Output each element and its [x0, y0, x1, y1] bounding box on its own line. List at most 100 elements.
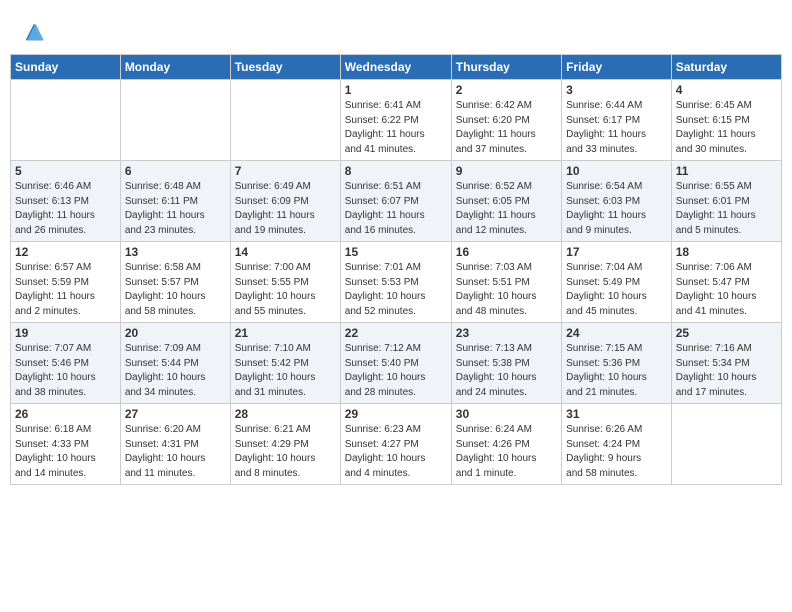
calendar-cell	[671, 404, 781, 485]
calendar-cell: 21 Sunrise: 7:10 AM Sunset: 5:42 PM Dayli…	[230, 323, 340, 404]
calendar-cell	[11, 80, 121, 161]
day-info: Sunrise: 6:48 AM Sunset: 6:11 PM Dayligh…	[125, 180, 226, 238]
calendar-week-row: 1 Sunrise: 6:41 AM Sunset: 6:22 PM Daylig…	[11, 80, 782, 161]
day-info: Sunrise: 7:12 AM Sunset: 5:40 PM Dayligh…	[345, 342, 447, 400]
day-number: 7	[235, 164, 336, 178]
day-number: 12	[15, 245, 116, 259]
calendar-cell: 8 Sunrise: 6:51 AM Sunset: 6:07 PM Daylig…	[340, 161, 451, 242]
calendar-cell: 15 Sunrise: 7:01 AM Sunset: 5:53 PM Dayli…	[340, 242, 451, 323]
day-info: Sunrise: 7:10 AM Sunset: 5:42 PM Dayligh…	[235, 342, 336, 400]
day-number: 11	[676, 164, 777, 178]
day-number: 25	[676, 326, 777, 340]
day-info: Sunrise: 6:45 AM Sunset: 6:15 PM Dayligh…	[676, 99, 777, 157]
calendar-cell: 2 Sunrise: 6:42 AM Sunset: 6:20 PM Daylig…	[451, 80, 561, 161]
weekday-header-friday: Friday	[562, 55, 672, 80]
day-number: 23	[456, 326, 557, 340]
weekday-header-row: SundayMondayTuesdayWednesdayThursdayFrid…	[11, 55, 782, 80]
day-number: 24	[566, 326, 667, 340]
day-info: Sunrise: 6:42 AM Sunset: 6:20 PM Dayligh…	[456, 99, 557, 157]
day-info: Sunrise: 6:57 AM Sunset: 5:59 PM Dayligh…	[15, 261, 116, 319]
calendar-table: SundayMondayTuesdayWednesdayThursdayFrid…	[10, 54, 782, 485]
calendar-cell: 14 Sunrise: 7:00 AM Sunset: 5:55 PM Dayli…	[230, 242, 340, 323]
day-number: 1	[345, 83, 447, 97]
calendar-cell	[120, 80, 230, 161]
calendar-cell: 9 Sunrise: 6:52 AM Sunset: 6:05 PM Daylig…	[451, 161, 561, 242]
calendar-week-row: 5 Sunrise: 6:46 AM Sunset: 6:13 PM Daylig…	[11, 161, 782, 242]
day-info: Sunrise: 6:49 AM Sunset: 6:09 PM Dayligh…	[235, 180, 336, 238]
day-number: 5	[15, 164, 116, 178]
calendar-cell: 16 Sunrise: 7:03 AM Sunset: 5:51 PM Dayli…	[451, 242, 561, 323]
day-number: 21	[235, 326, 336, 340]
page-header	[10, 10, 782, 50]
day-number: 15	[345, 245, 447, 259]
calendar-cell: 28Sunrise: 6:21 AM Sunset: 4:29 PM Dayli…	[230, 404, 340, 485]
day-number: 3	[566, 83, 667, 97]
day-info: Sunrise: 7:03 AM Sunset: 5:51 PM Dayligh…	[456, 261, 557, 319]
day-info: Sunrise: 6:46 AM Sunset: 6:13 PM Dayligh…	[15, 180, 116, 238]
day-number: 20	[125, 326, 226, 340]
calendar-cell: 25Sunrise: 7:16 AM Sunset: 5:34 PM Dayli…	[671, 323, 781, 404]
day-info: Sunrise: 6:20 AM Sunset: 4:31 PM Dayligh…	[125, 423, 226, 481]
day-info: Sunrise: 6:51 AM Sunset: 6:07 PM Dayligh…	[345, 180, 447, 238]
weekday-header-sunday: Sunday	[11, 55, 121, 80]
day-info: Sunrise: 7:00 AM Sunset: 5:55 PM Dayligh…	[235, 261, 336, 319]
calendar-cell: 31 Sunrise: 6:26 AM Sunset: 4:24 PM Dayli…	[562, 404, 672, 485]
day-info: Sunrise: 6:41 AM Sunset: 6:22 PM Dayligh…	[345, 99, 447, 157]
calendar-cell: 18Sunrise: 7:06 AM Sunset: 5:47 PM Dayli…	[671, 242, 781, 323]
weekday-header-tuesday: Tuesday	[230, 55, 340, 80]
day-info: Sunrise: 6:18 AM Sunset: 4:33 PM Dayligh…	[15, 423, 116, 481]
calendar-cell: 7 Sunrise: 6:49 AM Sunset: 6:09 PM Daylig…	[230, 161, 340, 242]
calendar-week-row: 19Sunrise: 7:07 AM Sunset: 5:46 PM Dayli…	[11, 323, 782, 404]
calendar-cell: 5 Sunrise: 6:46 AM Sunset: 6:13 PM Daylig…	[11, 161, 121, 242]
day-info: Sunrise: 7:06 AM Sunset: 5:47 PM Dayligh…	[676, 261, 777, 319]
weekday-header-wednesday: Wednesday	[340, 55, 451, 80]
day-number: 9	[456, 164, 557, 178]
day-info: Sunrise: 6:44 AM Sunset: 6:17 PM Dayligh…	[566, 99, 667, 157]
day-info: Sunrise: 6:54 AM Sunset: 6:03 PM Dayligh…	[566, 180, 667, 238]
calendar-cell: 30 Sunrise: 6:24 AM Sunset: 4:26 PM Dayli…	[451, 404, 561, 485]
calendar-cell: 23 Sunrise: 7:13 AM Sunset: 5:38 PM Dayli…	[451, 323, 561, 404]
calendar-week-row: 26 Sunrise: 6:18 AM Sunset: 4:33 PM Dayli…	[11, 404, 782, 485]
day-number: 22	[345, 326, 447, 340]
calendar-cell: 12 Sunrise: 6:57 AM Sunset: 5:59 PM Dayli…	[11, 242, 121, 323]
calendar-cell: 4 Sunrise: 6:45 AM Sunset: 6:15 PM Daylig…	[671, 80, 781, 161]
weekday-header-monday: Monday	[120, 55, 230, 80]
logo-icon	[20, 18, 48, 46]
day-number: 13	[125, 245, 226, 259]
calendar-cell: 10 Sunrise: 6:54 AM Sunset: 6:03 PM Dayli…	[562, 161, 672, 242]
day-number: 30	[456, 407, 557, 421]
day-number: 4	[676, 83, 777, 97]
day-number: 26	[15, 407, 116, 421]
day-info: Sunrise: 7:01 AM Sunset: 5:53 PM Dayligh…	[345, 261, 447, 319]
day-number: 19	[15, 326, 116, 340]
day-info: Sunrise: 6:26 AM Sunset: 4:24 PM Dayligh…	[566, 423, 667, 481]
day-number: 16	[456, 245, 557, 259]
calendar-cell: 27 Sunrise: 6:20 AM Sunset: 4:31 PM Dayli…	[120, 404, 230, 485]
day-number: 6	[125, 164, 226, 178]
day-info: Sunrise: 7:15 AM Sunset: 5:36 PM Dayligh…	[566, 342, 667, 400]
calendar-cell: 29 Sunrise: 6:23 AM Sunset: 4:27 PM Dayli…	[340, 404, 451, 485]
calendar-cell: 24 Sunrise: 7:15 AM Sunset: 5:36 PM Dayli…	[562, 323, 672, 404]
day-info: Sunrise: 6:52 AM Sunset: 6:05 PM Dayligh…	[456, 180, 557, 238]
day-info: Sunrise: 6:24 AM Sunset: 4:26 PM Dayligh…	[456, 423, 557, 481]
day-number: 27	[125, 407, 226, 421]
day-number: 2	[456, 83, 557, 97]
day-number: 10	[566, 164, 667, 178]
calendar-cell: 20Sunrise: 7:09 AM Sunset: 5:44 PM Dayli…	[120, 323, 230, 404]
day-number: 31	[566, 407, 667, 421]
day-info: Sunrise: 7:04 AM Sunset: 5:49 PM Dayligh…	[566, 261, 667, 319]
day-info: Sunrise: 6:23 AM Sunset: 4:27 PM Dayligh…	[345, 423, 447, 481]
calendar-cell: 13 Sunrise: 6:58 AM Sunset: 5:57 PM Dayli…	[120, 242, 230, 323]
day-info: Sunrise: 7:13 AM Sunset: 5:38 PM Dayligh…	[456, 342, 557, 400]
day-info: Sunrise: 6:58 AM Sunset: 5:57 PM Dayligh…	[125, 261, 226, 319]
logo	[20, 18, 52, 46]
calendar-cell: 19Sunrise: 7:07 AM Sunset: 5:46 PM Dayli…	[11, 323, 121, 404]
day-number: 29	[345, 407, 447, 421]
calendar-cell: 6 Sunrise: 6:48 AM Sunset: 6:11 PM Daylig…	[120, 161, 230, 242]
calendar-week-row: 12 Sunrise: 6:57 AM Sunset: 5:59 PM Dayli…	[11, 242, 782, 323]
day-number: 8	[345, 164, 447, 178]
calendar-cell: 22 Sunrise: 7:12 AM Sunset: 5:40 PM Dayli…	[340, 323, 451, 404]
day-number: 14	[235, 245, 336, 259]
calendar-cell: 1 Sunrise: 6:41 AM Sunset: 6:22 PM Daylig…	[340, 80, 451, 161]
calendar-cell: 17Sunrise: 7:04 AM Sunset: 5:49 PM Dayli…	[562, 242, 672, 323]
